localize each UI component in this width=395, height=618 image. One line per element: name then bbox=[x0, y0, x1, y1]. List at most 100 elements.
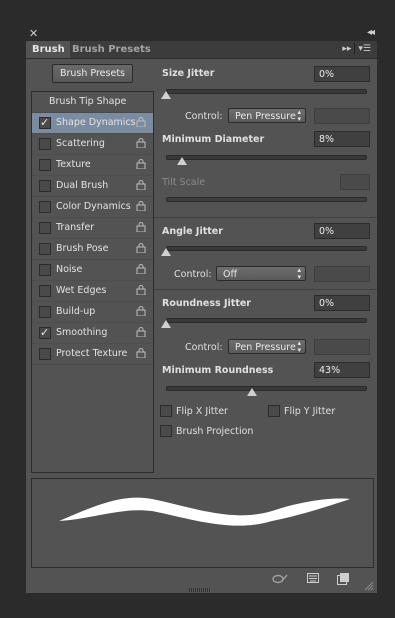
new-brush-icon[interactable] bbox=[337, 573, 349, 588]
flip-x-jitter-label: Flip X Jitter bbox=[176, 406, 228, 417]
lock-icon[interactable] bbox=[136, 222, 146, 232]
size-control-label: Control: bbox=[185, 111, 223, 122]
brush-stroke-preview bbox=[31, 478, 374, 568]
angle-control-select[interactable]: Off ▴ ▾ bbox=[216, 266, 306, 281]
list-item[interactable]: Dual Brush bbox=[32, 176, 153, 197]
brush-presets-button[interactable]: Brush Presets bbox=[52, 64, 133, 83]
divider bbox=[354, 43, 356, 54]
panel-menu[interactable]: ▸▸ ▾☰ bbox=[342, 43, 371, 54]
item-checkbox[interactable] bbox=[39, 138, 51, 150]
lock-icon[interactable] bbox=[136, 138, 146, 148]
flip-x-jitter-checkbox[interactable] bbox=[160, 405, 172, 417]
item-checkbox[interactable] bbox=[39, 348, 51, 360]
brush-projection-checkbox[interactable] bbox=[160, 425, 172, 437]
brush-panel: Brush Brush Presets ▸▸ ▾☰ Brush Presets B… bbox=[26, 41, 377, 593]
size-jitter-slider-thumb[interactable] bbox=[161, 91, 171, 99]
select-arrows-icon: ▴ ▾ bbox=[297, 266, 301, 281]
lock-icon[interactable] bbox=[136, 180, 146, 190]
collapse-panel-icon[interactable]: ◂◂ bbox=[367, 27, 375, 38]
brush-preview-grid-icon[interactable] bbox=[307, 573, 319, 588]
tab-brush-presets[interactable]: Brush Presets bbox=[66, 41, 157, 58]
angle-jitter-slider[interactable] bbox=[166, 246, 367, 251]
list-item[interactable]: Protect Texture bbox=[32, 344, 153, 365]
minimum-roundness-label: Minimum Roundness bbox=[162, 365, 274, 376]
minimum-diameter-slider-thumb[interactable] bbox=[176, 157, 187, 165]
divider bbox=[154, 217, 377, 218]
item-checkbox[interactable] bbox=[39, 180, 51, 192]
list-item[interactable]: Smoothing bbox=[32, 323, 153, 344]
item-checkbox[interactable] bbox=[39, 201, 51, 213]
item-checkbox[interactable] bbox=[39, 264, 51, 276]
lock-icon[interactable] bbox=[136, 117, 146, 127]
list-item[interactable]: Scattering bbox=[32, 134, 153, 155]
item-checkbox[interactable] bbox=[39, 285, 51, 297]
lock-icon[interactable] bbox=[136, 201, 146, 211]
item-label: Scattering bbox=[56, 138, 105, 149]
lock-icon[interactable] bbox=[136, 327, 146, 337]
list-item[interactable]: Color Dynamics bbox=[32, 197, 153, 218]
minimum-diameter-field[interactable]: 8% bbox=[314, 131, 370, 147]
size-control-select[interactable]: Pen Pressure ▴ ▾ bbox=[228, 108, 306, 123]
minimum-roundness-slider[interactable] bbox=[166, 386, 367, 391]
angle-jitter-field[interactable]: 0% bbox=[314, 223, 370, 239]
tilt-scale-label: Tilt Scale bbox=[162, 177, 206, 188]
item-label: Smoothing bbox=[56, 327, 108, 338]
size-control-extra-field bbox=[314, 108, 370, 124]
size-control-value: Pen Pressure bbox=[235, 111, 296, 122]
minimum-roundness-slider-thumb[interactable] bbox=[246, 388, 257, 396]
item-checkbox[interactable] bbox=[39, 113, 51, 133]
toggle-live-tip-preview-icon[interactable] bbox=[272, 573, 288, 588]
minimum-diameter-label: Minimum Diameter bbox=[162, 134, 265, 145]
list-item[interactable]: Wet Edges bbox=[32, 281, 153, 302]
list-item[interactable]: Noise bbox=[32, 260, 153, 281]
divider bbox=[154, 289, 377, 290]
roundness-jitter-slider-thumb[interactable] bbox=[161, 320, 171, 328]
lock-icon[interactable] bbox=[136, 306, 146, 316]
list-item[interactable]: Shape Dynamics bbox=[32, 113, 153, 134]
lock-icon[interactable] bbox=[136, 285, 146, 295]
item-label: Protect Texture bbox=[56, 348, 128, 359]
flip-y-jitter-checkbox[interactable] bbox=[268, 405, 280, 417]
roundness-control-extra-field bbox=[314, 339, 370, 355]
item-label: Shape Dynamics bbox=[56, 117, 136, 128]
item-checkbox[interactable] bbox=[39, 222, 51, 234]
roundness-control-select[interactable]: Pen Pressure ▴ ▾ bbox=[228, 339, 306, 354]
list-item[interactable]: Transfer bbox=[32, 218, 153, 239]
brush-projection-label: Brush Projection bbox=[176, 426, 254, 437]
lock-icon[interactable] bbox=[136, 264, 146, 274]
list-item[interactable]: Build-up bbox=[32, 302, 153, 323]
minimum-diameter-slider[interactable] bbox=[166, 155, 367, 160]
item-checkbox[interactable] bbox=[39, 159, 51, 171]
expand-arrows-icon[interactable]: ▸▸ bbox=[342, 44, 351, 54]
item-checkbox[interactable] bbox=[39, 323, 51, 343]
roundness-control-value: Pen Pressure bbox=[235, 342, 296, 353]
panel-resize-handle[interactable] bbox=[189, 588, 211, 592]
lock-icon[interactable] bbox=[136, 348, 146, 358]
lock-icon[interactable] bbox=[136, 159, 146, 169]
size-jitter-slider[interactable] bbox=[166, 89, 367, 94]
item-label: Transfer bbox=[56, 222, 95, 233]
roundness-jitter-slider[interactable] bbox=[166, 318, 367, 323]
panel-menu-icon[interactable]: ▾☰ bbox=[358, 44, 371, 54]
item-label: Brush Pose bbox=[56, 243, 109, 254]
close-panel-icon[interactable]: ✕ bbox=[29, 27, 38, 40]
item-label: Texture bbox=[56, 159, 91, 170]
tilt-scale-field bbox=[340, 174, 370, 190]
list-item[interactable]: Texture bbox=[32, 155, 153, 176]
angle-jitter-slider-thumb[interactable] bbox=[161, 248, 171, 256]
item-checkbox[interactable] bbox=[39, 243, 51, 255]
item-label: Build-up bbox=[56, 306, 96, 317]
lock-icon[interactable] bbox=[136, 243, 146, 253]
minimum-roundness-field[interactable]: 43% bbox=[314, 362, 370, 378]
list-item[interactable]: Brush Pose bbox=[32, 239, 153, 260]
size-jitter-label: Size Jitter bbox=[162, 68, 215, 79]
resize-grip-icon[interactable] bbox=[364, 581, 374, 594]
brush-tip-shape-item[interactable]: Brush Tip Shape bbox=[32, 92, 153, 113]
size-jitter-field[interactable]: 0% bbox=[314, 66, 370, 82]
flip-y-jitter-label: Flip Y Jitter bbox=[284, 406, 336, 417]
tab-brush[interactable]: Brush bbox=[26, 41, 70, 58]
item-label: Color Dynamics bbox=[56, 201, 131, 212]
roundness-jitter-field[interactable]: 0% bbox=[314, 295, 370, 311]
angle-control-value: Off bbox=[223, 269, 238, 280]
item-checkbox[interactable] bbox=[39, 306, 51, 318]
